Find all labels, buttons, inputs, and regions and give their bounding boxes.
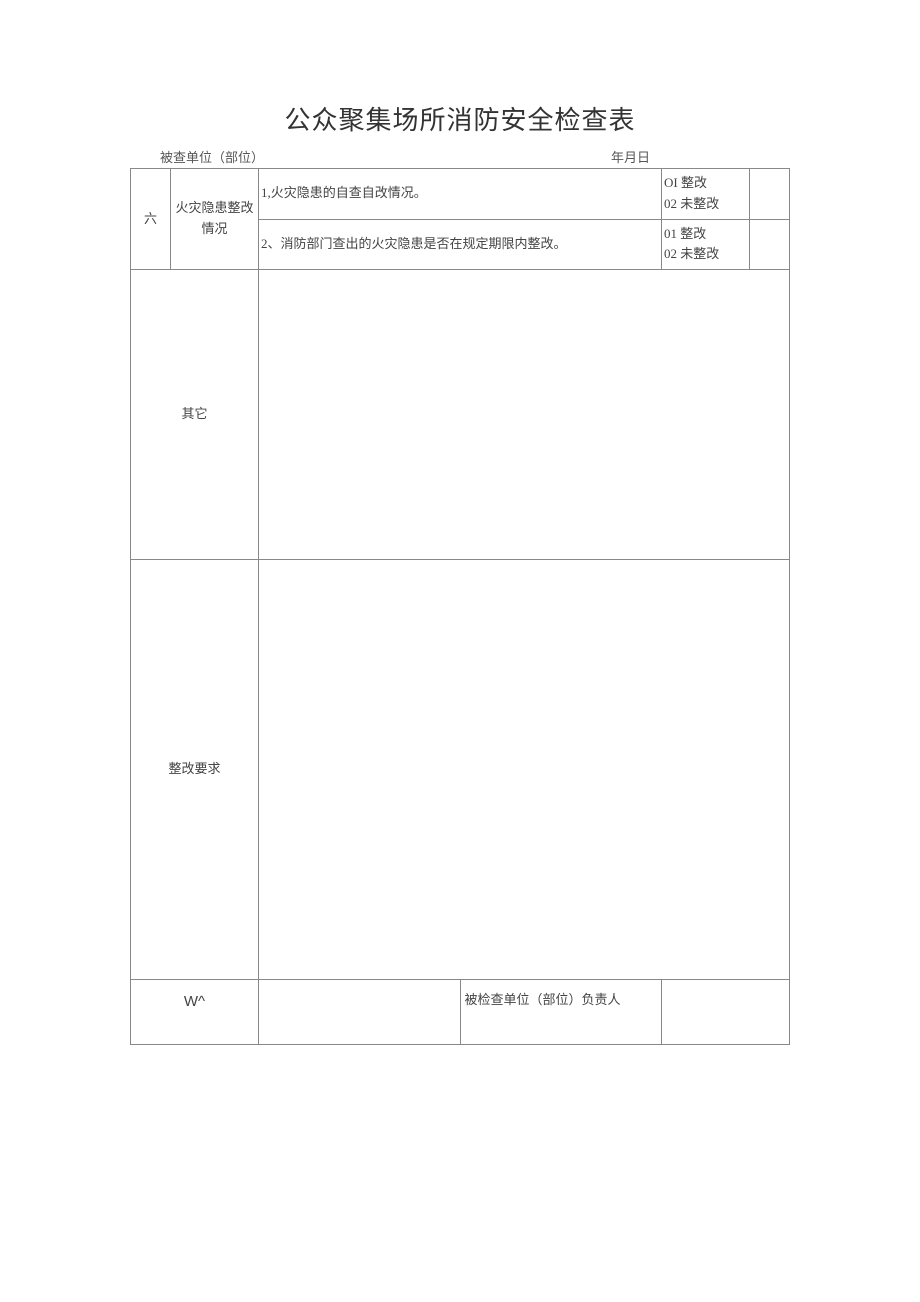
require-label: 整改要求 bbox=[131, 560, 259, 980]
note-cell bbox=[750, 219, 790, 270]
inspection-table: 六 火灾隐患整改情况 1,火灾隐患的自查自改情况。 OI 整改 02 未整改 2… bbox=[130, 168, 790, 1045]
status-cell: 01 整改 02 未整改 bbox=[662, 219, 750, 270]
table-row: 其它 bbox=[131, 270, 790, 560]
status-option: OI 整改 bbox=[664, 173, 745, 194]
other-label: 其它 bbox=[131, 270, 259, 560]
signature-right-label: 被检查单位（部位）负责人 bbox=[460, 980, 662, 1045]
signature-left-label: W^ bbox=[131, 980, 259, 1045]
status-option: 02 未整改 bbox=[664, 244, 745, 265]
date-label: 年月日 bbox=[611, 147, 780, 166]
unit-label: 被查单位（部位） bbox=[160, 147, 408, 166]
table-row: 整改要求 bbox=[131, 560, 790, 980]
other-content bbox=[259, 270, 790, 560]
item-text: 1,火灾隐患的自查自改情况。 bbox=[259, 169, 662, 220]
item-text: 2、消防部门查出的火灾隐患是否在规定期限内整改。 bbox=[259, 219, 662, 270]
signature-row: W^ 被检查单位（部位）负责人 bbox=[131, 980, 790, 1045]
require-content bbox=[259, 560, 790, 980]
status-option: 02 未整改 bbox=[664, 194, 745, 215]
section-category: 火灾隐患整改情况 bbox=[171, 169, 259, 270]
signature-right-field bbox=[662, 980, 790, 1045]
note-cell bbox=[750, 169, 790, 220]
meta-row: 被查单位（部位） 年月日 bbox=[130, 147, 790, 168]
status-option: 01 整改 bbox=[664, 224, 745, 245]
table-row: 六 火灾隐患整改情况 1,火灾隐患的自查自改情况。 OI 整改 02 未整改 bbox=[131, 169, 790, 220]
page-title: 公众聚集场所消防安全检查表 bbox=[130, 100, 790, 137]
status-cell: OI 整改 02 未整改 bbox=[662, 169, 750, 220]
section-number: 六 bbox=[131, 169, 171, 270]
signature-left-field bbox=[259, 980, 461, 1045]
